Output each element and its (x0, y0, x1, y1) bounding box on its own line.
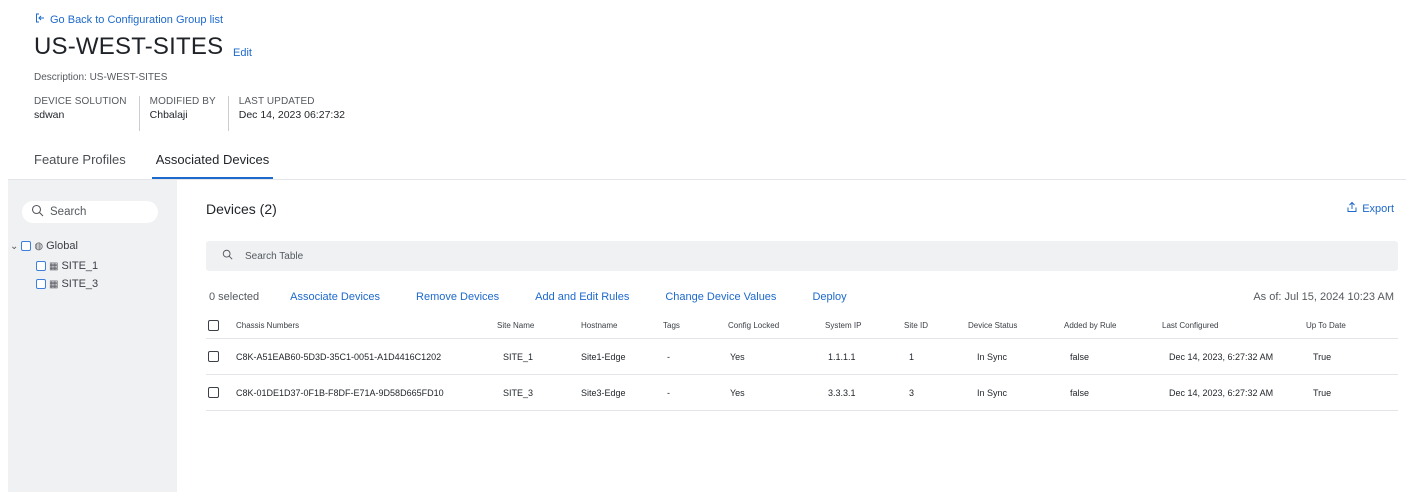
tags-cell: - (667, 351, 670, 362)
column-header[interactable]: Device Status (968, 313, 1017, 338)
tab-bar: Feature Profiles Associated Devices (34, 152, 274, 180)
tree-item-label: SITE_1 (61, 260, 99, 272)
column-header[interactable]: Last Configured (1162, 313, 1218, 338)
row-checkbox-cell (208, 375, 219, 410)
column-header[interactable]: Added by Rule (1064, 313, 1116, 338)
row-checkbox[interactable] (208, 387, 219, 398)
config-locked-cell: Yes (730, 387, 745, 398)
select-all-checkbox-cell (208, 313, 219, 338)
chevron-down-icon[interactable]: ⌄ (10, 241, 18, 252)
column-header[interactable]: Site Name (497, 313, 534, 338)
selected-count: 0 selected (209, 291, 260, 303)
devices-heading: Devices (2) (206, 201, 277, 217)
row-checkbox[interactable] (208, 351, 219, 362)
tree-item-site-3[interactable]: ▦ SITE_3 (36, 278, 98, 290)
action-bar: 0 selected Associate Devices Remove Devi… (209, 291, 883, 303)
globe-icon: ◍ (34, 240, 44, 252)
chassis-number-cell: C8K-A51EAB60-5D3D-35C1-0051-A1D4416C1202 (236, 351, 442, 362)
search-icon (31, 204, 44, 220)
last-configured-cell: Dec 14, 2023, 6:27:32 AM (1169, 351, 1274, 362)
system-ip-cell: 1.1.1.1 (828, 351, 856, 362)
tree-checkbox[interactable] (36, 261, 46, 271)
column-header[interactable]: Config Locked (728, 313, 779, 338)
column-header[interactable]: System IP (825, 313, 861, 338)
site-name-cell: SITE_3 (503, 387, 534, 398)
chassis-number-cell: C8K-01DE1D37-0F1B-F8DF-E71A-9D58D665FD10 (236, 387, 444, 398)
tab-associated-devices[interactable]: Associated Devices (151, 152, 274, 180)
description-text: Description: US-WEST-SITES (34, 72, 168, 83)
meta-device-solution: DEVICE SOLUTION sdwan (34, 96, 140, 131)
tree-item-label: Global (46, 240, 78, 252)
edit-link[interactable]: Edit (233, 47, 252, 59)
column-header[interactable]: Site ID (904, 313, 928, 338)
remove-devices-button[interactable]: Remove Devices (416, 291, 499, 303)
meta-label: DEVICE SOLUTION (34, 96, 127, 107)
site-icon: ▦ (49, 260, 59, 272)
site-id-cell: 1 (909, 351, 915, 362)
deploy-button[interactable]: Deploy (812, 291, 846, 303)
table-search-placeholder: Search Table (245, 250, 304, 262)
column-header[interactable]: Hostname (581, 313, 617, 338)
meta-value: Dec 14, 2023 06:27:32 (238, 109, 346, 121)
config-locked-cell: Yes (730, 351, 745, 362)
meta-value: Chbalaji (149, 109, 188, 121)
export-button[interactable]: Export (1346, 201, 1394, 216)
as-of-timestamp: As of: Jul 15, 2024 10:23 AM (1253, 291, 1394, 303)
hostname-cell: Site3-Edge (581, 387, 626, 398)
meta-label: LAST UPDATED (238, 96, 315, 107)
change-device-values-button[interactable]: Change Device Values (665, 291, 776, 303)
export-label: Export (1362, 202, 1394, 215)
row-checkbox-cell (208, 339, 219, 374)
up-to-date-cell: True (1313, 387, 1332, 398)
site-name-cell: SITE_1 (503, 351, 534, 362)
column-header[interactable]: Chassis Numbers (236, 313, 299, 338)
tree-checkbox[interactable] (36, 279, 46, 289)
table-header-row: Chassis Numbers Site Name Hostname Tags … (206, 313, 1398, 339)
site-id-cell: 3 (909, 387, 915, 398)
meta-last-updated: LAST UPDATED Dec 14, 2023 06:27:32 (239, 96, 357, 131)
page-title: US-WEST-SITES (34, 33, 224, 60)
column-header[interactable]: Up To Date (1306, 313, 1346, 338)
associate-devices-button[interactable]: Associate Devices (290, 291, 380, 303)
search-icon (222, 249, 233, 263)
up-to-date-cell: True (1313, 351, 1332, 362)
table-row[interactable]: C8K-01DE1D37-0F1B-F8DF-E71A-9D58D665FD10… (206, 375, 1398, 411)
sidebar-search-placeholder: Search (50, 206, 87, 218)
meta-value: sdwan (34, 109, 65, 121)
added-by-rule-cell: false (1070, 351, 1090, 362)
meta-info: DEVICE SOLUTION sdwan MODIFIED BY Chbala… (34, 96, 367, 131)
site-icon: ▦ (49, 278, 59, 290)
table-row[interactable]: C8K-A51EAB60-5D3D-35C1-0051-A1D4416C1202… (206, 339, 1398, 375)
tab-divider (8, 179, 1406, 180)
meta-modified-by: MODIFIED BY Chbalaji (150, 96, 229, 131)
added-by-rule-cell: false (1070, 387, 1090, 398)
hostname-cell: Site1-Edge (581, 351, 626, 362)
back-link-label: Go Back to Configuration Group list (50, 13, 224, 26)
tags-cell: - (667, 387, 670, 398)
sidebar-search-input[interactable]: Search (22, 201, 158, 223)
site-tree-sidebar: Search ⌄ ◍ Global ▦ SITE_1 ▦ SITE_3 (8, 180, 177, 492)
meta-label: MODIFIED BY (149, 96, 216, 107)
tree-item-global[interactable]: ⌄ ◍ Global (10, 240, 78, 252)
back-to-config-group-link[interactable]: Go Back to Configuration Group list (34, 12, 223, 27)
device-status-cell: In Sync (977, 387, 1008, 398)
tree-item-site-1[interactable]: ▦ SITE_1 (36, 260, 98, 272)
last-configured-cell: Dec 14, 2023, 6:27:32 AM (1169, 387, 1274, 398)
export-icon (1346, 201, 1358, 216)
table-search-input[interactable]: Search Table (206, 241, 1398, 271)
column-header[interactable]: Tags (663, 313, 680, 338)
add-edit-rules-button[interactable]: Add and Edit Rules (535, 291, 629, 303)
device-status-cell: In Sync (977, 351, 1008, 362)
tree-checkbox[interactable] (21, 241, 32, 251)
tab-feature-profiles[interactable]: Feature Profiles (34, 152, 126, 180)
tree-item-label: SITE_3 (61, 278, 99, 290)
devices-table: Chassis Numbers Site Name Hostname Tags … (206, 313, 1398, 411)
back-arrow-icon (34, 12, 46, 27)
select-all-checkbox[interactable] (208, 320, 219, 331)
system-ip-cell: 3.3.3.1 (828, 387, 856, 398)
